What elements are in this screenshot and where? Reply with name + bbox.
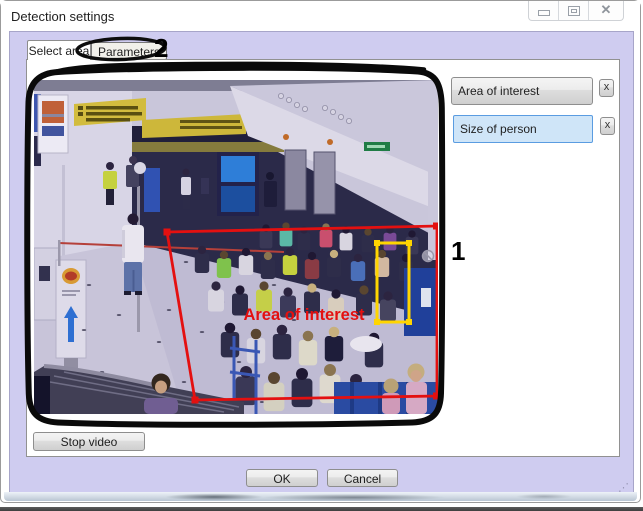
minimize-icon	[538, 10, 550, 16]
area-of-interest-label: Area of interest	[243, 306, 365, 324]
remove-area-of-interest-button[interactable]: x	[599, 79, 614, 97]
window-controls: ✕	[528, 1, 624, 21]
select-area-panel: Area of interest Area of interest x Size…	[26, 59, 620, 457]
ok-button[interactable]: OK	[246, 469, 318, 487]
stop-video-button[interactable]: Stop video	[33, 432, 145, 451]
close-icon: ✕	[601, 4, 612, 17]
tab-select-area[interactable]: Select area	[27, 40, 91, 60]
detection-settings-window: Detection settings ✕ Select area Paramet…	[0, 0, 641, 503]
cancel-button[interactable]: Cancel	[327, 469, 398, 487]
maximize-icon	[568, 6, 580, 16]
maximize-button[interactable]	[558, 1, 588, 20]
area-of-interest-button[interactable]: Area of interest	[451, 77, 593, 105]
close-button[interactable]: ✕	[588, 1, 623, 20]
window-title: Detection settings	[11, 9, 114, 24]
window-bottom-edge	[4, 492, 637, 501]
dialog-client-area: Select area Parameters	[9, 31, 634, 499]
titlebar: Detection settings ✕	[1, 1, 640, 31]
remove-size-of-person-button[interactable]: x	[600, 117, 615, 135]
size-of-person-button[interactable]: Size of person	[453, 115, 593, 143]
screen-bottom-bar	[0, 507, 643, 511]
tab-parameters[interactable]: Parameters	[91, 42, 167, 60]
minimize-button[interactable]	[529, 1, 558, 20]
video-preview[interactable]: Area of interest	[34, 80, 438, 414]
